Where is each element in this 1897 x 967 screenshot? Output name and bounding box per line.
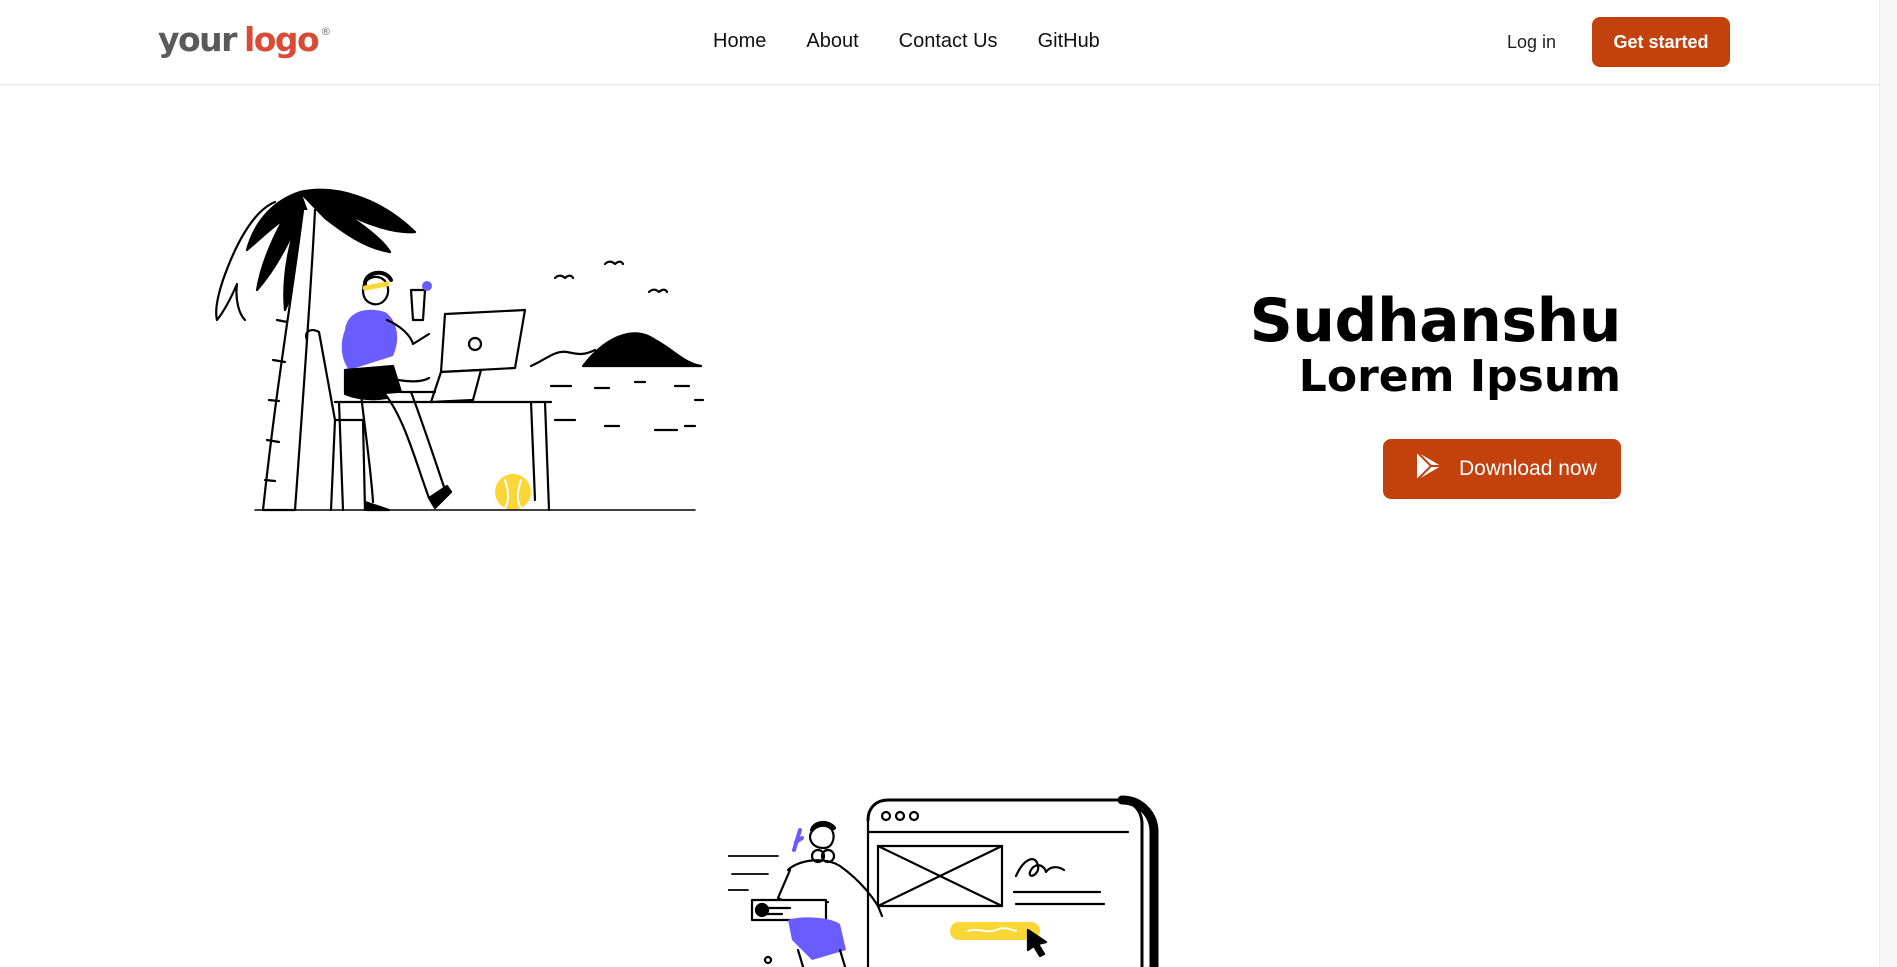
site-header: your logo ® Home About Contact Us GitHub… (0, 0, 1879, 85)
play-store-icon (1413, 450, 1445, 488)
page: your logo ® Home About Contact Us GitHub… (0, 0, 1897, 967)
nav-contact-us[interactable]: Contact Us (899, 30, 998, 53)
main-nav: Home About Contact Us GitHub (713, 30, 1100, 53)
download-now-button[interactable]: Download now (1383, 439, 1621, 499)
nav-about[interactable]: About (806, 30, 858, 53)
website-mockup-illustration (728, 795, 1159, 967)
logo-word-logo: logo (243, 20, 320, 59)
scrollbar[interactable] (1879, 0, 1897, 967)
get-started-button[interactable]: Get started (1592, 17, 1730, 67)
login-link[interactable]: Log in (1507, 32, 1556, 53)
logo[interactable]: your logo ® (158, 20, 331, 60)
registered-mark: ® (320, 25, 332, 38)
hero-title: Sudhanshu (1249, 286, 1622, 356)
logo-word-your: your (158, 20, 237, 59)
hero-subtitle: Lorem Ipsum (1298, 351, 1621, 402)
hero-heading: Sudhanshu Lorem Ipsum (1249, 286, 1622, 402)
nav-home[interactable]: Home (713, 30, 766, 53)
download-now-label: Download now (1459, 457, 1597, 480)
nav-github[interactable]: GitHub (1038, 30, 1100, 53)
beach-work-illustration (215, 188, 705, 512)
